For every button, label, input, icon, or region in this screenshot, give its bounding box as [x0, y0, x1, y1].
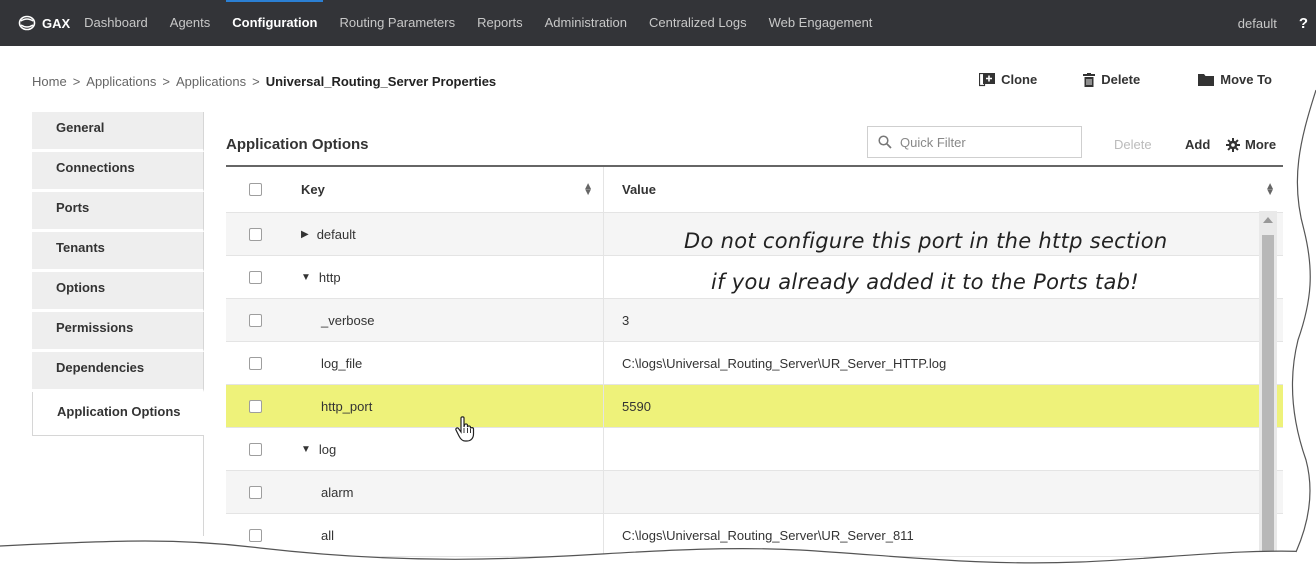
nav-reports[interactable]: Reports — [477, 0, 523, 46]
nav-centralized-logs[interactable]: Centralized Logs — [649, 0, 747, 46]
table-scrollbar[interactable] — [1259, 211, 1277, 569]
expand-caret-icon[interactable]: ▶ — [301, 229, 309, 240]
option-value: C:\logs\Universal_Routing_Server\UR_Serv… — [622, 527, 914, 543]
sort-icon[interactable]: ▲ ▼ — [1265, 181, 1275, 197]
quick-filter-input[interactable]: Quick Filter — [867, 126, 1082, 158]
option-value: C:\logs\Universal_Routing_Server\UR_Serv… — [622, 355, 947, 371]
move-to-button[interactable]: Move To — [1198, 72, 1272, 87]
scrollbar-thumb[interactable] — [1262, 235, 1274, 569]
clone-label: Clone — [1001, 72, 1038, 87]
options-more-button[interactable]: More — [1226, 137, 1276, 152]
nav-routing-parameters[interactable]: Routing Parameters — [339, 0, 455, 46]
table-row[interactable]: ▼ log — [226, 428, 1283, 471]
search-icon — [878, 135, 892, 149]
clone-button[interactable]: Clone — [979, 72, 1037, 87]
breadcrumb-separator: > — [162, 74, 170, 89]
option-value: 5590 — [622, 398, 651, 414]
sidebar-spacer — [32, 436, 204, 536]
table-header-row: Key ▲ ▼ Value ▲ ▼ — [226, 167, 1283, 213]
value-column-header[interactable]: Value ▲ ▼ — [604, 167, 1283, 212]
sidebar-item-connections[interactable]: Connections — [32, 152, 204, 192]
delete-label: Delete — [1101, 72, 1141, 87]
gax-logo-icon — [18, 15, 36, 31]
nav-web-engagement[interactable]: Web Engagement — [769, 0, 873, 46]
properties-sidebar: General Connections Ports Tenants Option… — [32, 112, 204, 536]
breadcrumb: Home > Applications > Applications > Uni… — [32, 74, 496, 89]
panel-title: Application Options — [226, 136, 369, 153]
breadcrumb-current: Universal_Routing_Server Properties — [265, 74, 497, 89]
table-row[interactable]: log_file C:\logs\Universal_Routing_Serve… — [226, 342, 1283, 385]
nav-configuration[interactable]: Configuration — [226, 0, 324, 46]
quick-filter-placeholder: Quick Filter — [900, 134, 966, 150]
select-all-checkbox[interactable] — [248, 183, 262, 196]
collapse-caret-icon[interactable]: ▼ — [301, 272, 311, 283]
options-delete-button[interactable]: Delete — [1114, 137, 1152, 152]
sidebar-item-dependencies[interactable]: Dependencies — [32, 352, 204, 392]
table-row[interactable]: _verbose 3 — [226, 299, 1283, 342]
options-table: Key ▲ ▼ Value ▲ ▼ ▶ default ▼ http _verbose … — [226, 165, 1283, 557]
clone-icon — [979, 72, 996, 86]
folder-icon — [1198, 74, 1215, 86]
option-value: 3 — [622, 312, 630, 328]
table-row-highlighted[interactable]: http_port 5590 — [226, 385, 1283, 428]
key-header-label: Key — [301, 182, 325, 197]
user-menu[interactable]: default — [1238, 16, 1277, 31]
breadcrumb-separator: > — [252, 74, 260, 89]
key-column-header[interactable]: Key ▲ ▼ — [284, 167, 604, 212]
breadcrumb-home[interactable]: Home — [32, 74, 67, 89]
row-checkbox[interactable] — [248, 356, 262, 370]
row-checkbox[interactable] — [248, 270, 262, 284]
option-key: http — [318, 269, 341, 285]
more-label: More — [1245, 137, 1277, 152]
breadcrumb-bar: Home > Applications > Applications > Uni… — [0, 46, 1316, 112]
option-key: default — [316, 226, 356, 242]
sort-icon[interactable]: ▲ ▼ — [583, 181, 593, 197]
option-key: all — [321, 527, 335, 543]
page-actions: Clone Delete Move To — [979, 72, 1316, 87]
sidebar-item-general[interactable]: General — [32, 112, 204, 152]
scroll-up-arrow-icon[interactable] — [1263, 217, 1273, 223]
nav-agents[interactable]: Agents — [170, 0, 210, 46]
brand-name: GAX — [42, 15, 71, 31]
annotation-line-2: if you already added it to the Ports tab… — [711, 270, 1139, 294]
move-to-label: Move To — [1220, 72, 1272, 87]
sidebar-item-application-options[interactable]: Application Options — [32, 392, 204, 436]
top-navigation-bar: GAX Dashboard Agents Configuration Routi… — [0, 0, 1316, 46]
row-checkbox[interactable] — [248, 528, 262, 542]
row-checkbox[interactable] — [248, 442, 262, 456]
table-row[interactable]: alarm — [226, 471, 1283, 514]
annotation-line-1: Do not configure this port in the http s… — [684, 229, 1168, 253]
gear-icon — [1226, 137, 1240, 152]
value-header-label: Value — [622, 182, 656, 197]
brand-logo[interactable]: GAX — [18, 15, 70, 31]
hand-pointer-cursor-icon — [455, 416, 475, 442]
row-checkbox[interactable] — [248, 399, 262, 413]
breadcrumb-applications[interactable]: Applications — [86, 74, 156, 89]
row-checkbox[interactable] — [248, 485, 262, 499]
option-key: _verbose — [321, 312, 375, 328]
help-icon[interactable]: ? — [1299, 15, 1308, 32]
table-row[interactable]: all C:\logs\Universal_Routing_Server\UR_… — [226, 514, 1283, 557]
option-key: http_port — [321, 398, 373, 414]
sidebar-item-tenants[interactable]: Tenants — [32, 232, 204, 272]
breadcrumb-applications-folder[interactable]: Applications — [176, 74, 246, 89]
nav-dashboard[interactable]: Dashboard — [84, 0, 148, 46]
collapse-caret-icon[interactable]: ▼ — [301, 444, 311, 455]
sidebar-item-permissions[interactable]: Permissions — [32, 312, 204, 352]
row-checkbox[interactable] — [248, 227, 262, 241]
option-key: alarm — [321, 484, 354, 500]
option-key: log_file — [321, 355, 363, 371]
breadcrumb-separator: > — [72, 74, 81, 89]
nav-administration[interactable]: Administration — [545, 0, 627, 46]
sidebar-item-ports[interactable]: Ports — [32, 192, 204, 232]
option-key: log — [318, 441, 337, 457]
row-checkbox[interactable] — [248, 313, 262, 327]
options-add-button[interactable]: Add — [1185, 137, 1210, 152]
delete-button[interactable]: Delete — [1083, 72, 1140, 87]
sidebar-item-options[interactable]: Options — [32, 272, 204, 312]
trash-icon — [1083, 72, 1096, 87]
